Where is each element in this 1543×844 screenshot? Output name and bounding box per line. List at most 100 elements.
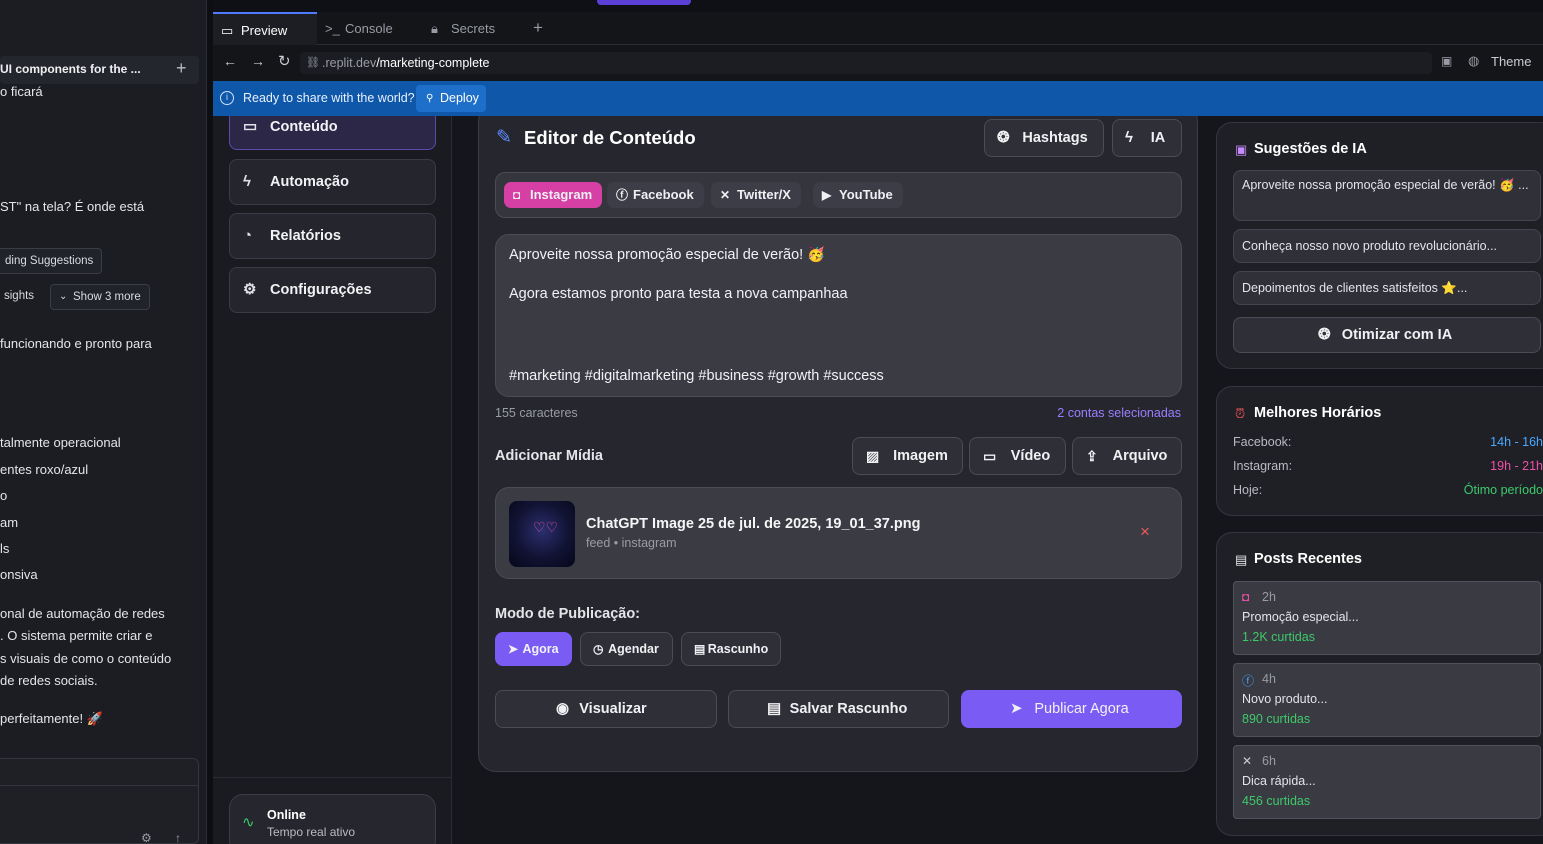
hashtags-label: Hashtags: [1022, 130, 1088, 146]
best-times-card: ⏰︎ Melhores Horários Facebook: 14h - 16h…: [1216, 386, 1543, 516]
platform-facebook[interactable]: ⓕ Facebook: [607, 182, 704, 208]
sidebar-item-label: Conteúdo: [270, 119, 338, 135]
chat-text: o: [0, 488, 8, 503]
refresh-icon[interactable]: ↻: [278, 52, 291, 70]
theme-button[interactable]: Theme: [1491, 54, 1531, 69]
image-label: Imagem: [893, 448, 948, 464]
post-likes: 890 curtidas: [1242, 712, 1311, 726]
settings-sliders-icon[interactable]: ⚙: [141, 831, 152, 844]
remove-attachment-icon[interactable]: ×: [1140, 522, 1150, 542]
recent-post-item[interactable]: ⓕ 4h Novo produto... 890 curtidas: [1233, 663, 1541, 737]
mode-schedule-button[interactable]: ◷ Agendar: [580, 632, 673, 666]
video-icon: ▭: [983, 448, 997, 464]
link-icon: ⛓: [306, 57, 320, 69]
platform-instagram[interactable]: ◘ Instagram: [504, 182, 603, 208]
chat-input-box[interactable]: ⚙ ↑: [0, 758, 199, 844]
save-draft-button[interactable]: ▤ Salvar Rascunho: [728, 690, 949, 728]
sidebar-item-conteudo[interactable]: ▭ Conteúdo: [229, 116, 436, 150]
tab-label: Console: [345, 21, 393, 36]
plus-icon[interactable]: +: [176, 58, 187, 79]
publish-now-button[interactable]: ➤ Publicar Agora: [961, 690, 1182, 728]
image-button[interactable]: ▨ Imagem: [852, 437, 963, 475]
ai-suggestions-title: Sugestões de IA: [1254, 141, 1367, 157]
edit-icon: ✎: [496, 127, 512, 148]
recent-post-item[interactable]: ◘ 2h Promoção especial... 1.2K curtidas: [1233, 581, 1541, 655]
platform-twitter[interactable]: ✕ Twitter/X: [711, 182, 801, 208]
chat-text: s visuais de como o conteúdo: [0, 651, 172, 666]
platform-label: Facebook: [633, 187, 694, 202]
x-icon: ✕: [720, 188, 731, 202]
platform-label: Twitter/X: [737, 187, 791, 202]
back-icon[interactable]: ←: [223, 53, 237, 69]
deploy-button[interactable]: ⚲ Deploy: [416, 85, 486, 112]
hashtags-button[interactable]: ❂ Hashtags: [984, 119, 1104, 157]
alarm-clock-icon: ⏰︎: [1235, 406, 1246, 421]
attachment-card: ♡♡ ChatGPT Image 25 de jul. de 2025, 19_…: [495, 487, 1182, 579]
clock-icon: ◷: [593, 642, 604, 656]
deploy-banner: i Ready to share with the world? ⚲ Deplo…: [213, 81, 1543, 116]
chat-thread-title: UI components for the ...: [0, 62, 141, 76]
sidebar-item-relatorios[interactable]: ◔ Relatórios: [229, 213, 436, 259]
video-button[interactable]: ▭ Vídeo: [969, 437, 1066, 475]
post-text: Dica rápida...: [1242, 774, 1316, 788]
file-label: Arquivo: [1112, 448, 1168, 464]
ai-label: IA: [1150, 130, 1166, 146]
sidebar-item-configuracoes[interactable]: ⚙ Configurações: [229, 267, 436, 313]
ai-suggestion-item[interactable]: Conheça nosso novo produto revolucionári…: [1233, 229, 1541, 263]
mode-draft-button[interactable]: ▤ Rascunho: [681, 632, 781, 666]
input-divider: [0, 785, 198, 786]
post-likes: 456 curtidas: [1242, 794, 1311, 808]
chat-text: talmente operacional: [0, 435, 121, 450]
send-icon: ➤: [1010, 700, 1023, 717]
chat-text: ls: [0, 541, 10, 556]
recent-posts-card: ▤ Posts Recentes ◘ 2h Promoção especial.…: [1216, 532, 1543, 836]
chat-text: de redes sociais.: [0, 673, 98, 688]
post-text: Novo produto...: [1242, 692, 1328, 706]
scroll-up-icon[interactable]: ↑: [175, 831, 181, 844]
sidebar-item-label: Configurações: [270, 282, 372, 298]
chat-chip-suggestions[interactable]: ding Suggestions: [0, 248, 103, 274]
media-label: Adicionar Mídia: [495, 448, 603, 464]
url-input[interactable]: ⛓ .replit.dev/marketing-complete: [300, 52, 1432, 74]
instagram-icon: ◘: [1242, 590, 1250, 604]
ai-suggestion-item[interactable]: Depoimentos de clientes satisfeitos ⭐...: [1233, 271, 1541, 305]
tab-preview[interactable]: ▭ Preview: [213, 12, 317, 45]
mode-now-button[interactable]: ➤ Agora: [495, 632, 572, 666]
new-tab-button[interactable]: +: [533, 18, 543, 38]
sidebar-item-label: Relatórios: [270, 228, 341, 244]
tab-secrets[interactable]: 🔒︎ Secrets: [423, 12, 523, 45]
lightning-icon: ϟ: [1125, 129, 1133, 146]
sidebar-item-automacao[interactable]: ϟ Automação: [229, 159, 436, 205]
info-icon: i: [220, 91, 234, 105]
recent-post-item[interactable]: ✕ 6h Dica rápida... 456 curtidas: [1233, 745, 1541, 819]
post-time: 2h: [1262, 590, 1276, 604]
preview-button[interactable]: ◉ Visualizar: [495, 690, 717, 728]
facebook-icon: ⓕ: [616, 188, 629, 202]
brain-icon: ❂: [997, 129, 1010, 146]
app-preview: ▭ Conteúdo ϟ Automação ◔ Relatórios ⚙ Co…: [213, 116, 1543, 844]
content-textarea[interactable]: Aproveite nossa promoção especial de ver…: [495, 234, 1182, 397]
optimize-ai-button[interactable]: ❂ Otimizar com IA: [1233, 317, 1541, 353]
post-time: 6h: [1262, 754, 1276, 768]
post-text: Promoção especial...: [1242, 610, 1359, 624]
chat-thread-header[interactable]: UI components for the ... +: [0, 56, 199, 84]
nav-divider: [213, 777, 452, 778]
tab-console[interactable]: >_ Console: [317, 12, 423, 45]
chat-text: onsiva: [0, 567, 38, 582]
content-editor-card: ✎ Editor de Conteúdo ❂ Hashtags ϟ IA ◘ I…: [478, 116, 1198, 772]
lightning-icon: ϟ: [243, 173, 251, 190]
ai-suggestion-item[interactable]: Aproveite nossa promoção especial de ver…: [1233, 170, 1541, 221]
ai-button[interactable]: ϟ IA: [1112, 119, 1182, 157]
optimize-label: Otimizar com IA: [1341, 327, 1453, 343]
attachment-name: ChatGPT Image 25 de jul. de 2025, 19_01_…: [586, 516, 921, 532]
file-button[interactable]: ⇪ Arquivo: [1072, 437, 1182, 475]
forward-icon[interactable]: →: [251, 53, 265, 69]
platform-youtube[interactable]: ▶ YouTube: [813, 182, 903, 208]
devices-icon[interactable]: ▣: [1441, 54, 1452, 68]
save-draft-label: Salvar Rascunho: [789, 701, 908, 717]
palette-icon[interactable]: ◍: [1468, 53, 1479, 69]
chat-chip-insights[interactable]: sights: [0, 284, 42, 310]
document-icon: ▤: [1235, 552, 1248, 567]
save-icon: ▤: [694, 642, 706, 656]
show-more-button[interactable]: ⌄ Show 3 more: [50, 284, 150, 310]
